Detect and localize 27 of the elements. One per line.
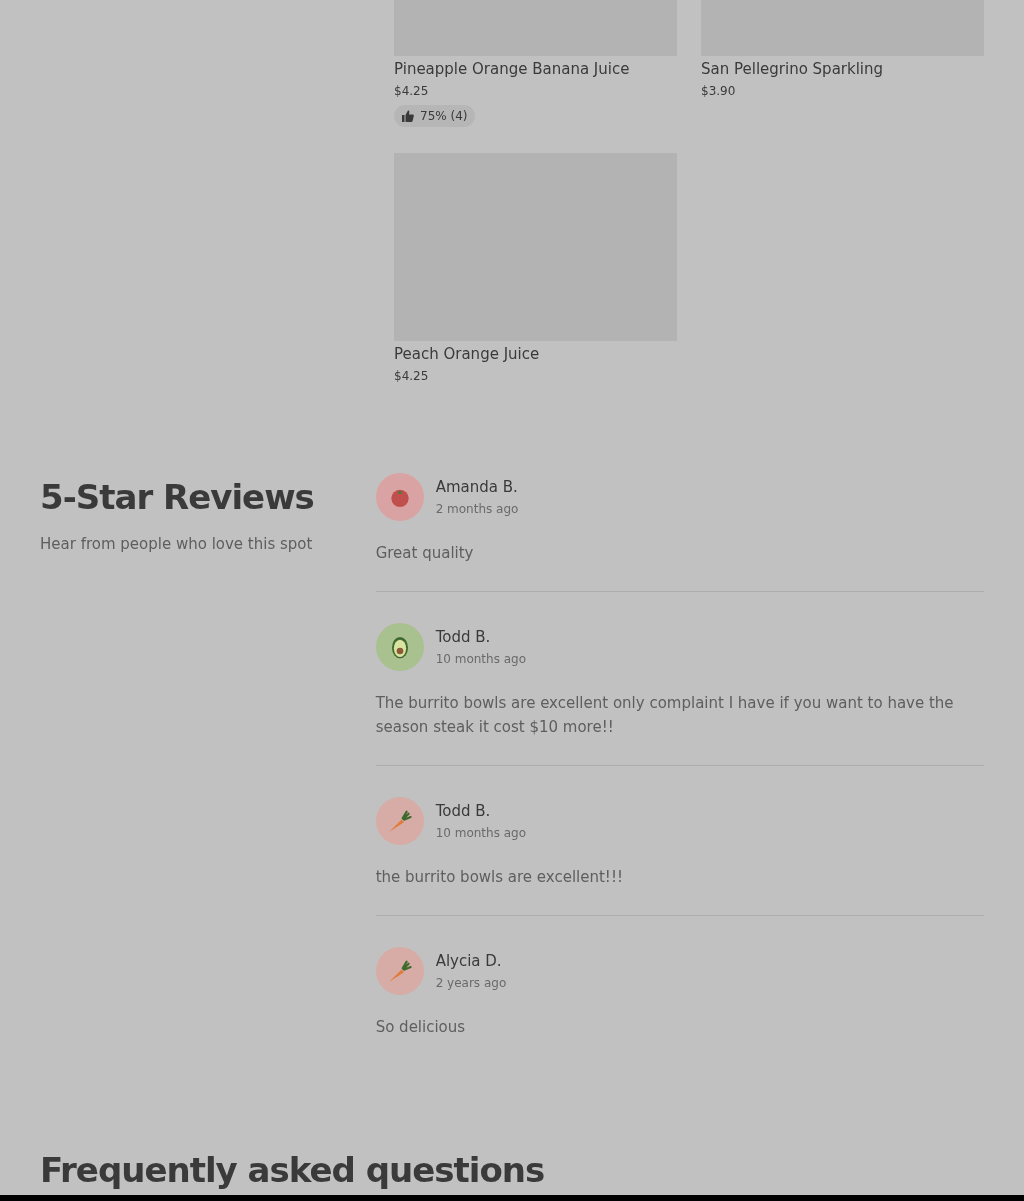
section-subtitle: Hear from people who love this spot [40, 534, 314, 555]
reviewer-name: Todd B. [435, 801, 492, 821]
product-price: $4.25 [394, 369, 430, 383]
product-price: $4.25 [394, 84, 430, 98]
review-text: The burrito bowls are excellent only complaint I have if you want to have the season steak it cost $10 more!! [375, 693, 955, 738]
reviewer-name: Amanda B. [435, 477, 519, 497]
review-text: So delicious [375, 1017, 467, 1038]
section-title: 5-Star Reviews [40, 476, 315, 519]
review-date: 2 years ago [435, 975, 507, 991]
reviewer-name: Todd B. [435, 627, 492, 647]
product-price: $3.90 [701, 84, 737, 98]
product-name[interactable]: Peach Orange Juice [394, 345, 677, 363]
review-text: Great quality [375, 543, 475, 564]
product-name[interactable]: San Pellegrino Sparkling [701, 60, 984, 78]
review-date: 10 months ago [435, 825, 527, 841]
avatar-icon [375, 623, 424, 671]
review-text: the burrito bowls are excellent!!! [375, 867, 624, 888]
section-title: Frequently asked questions [40, 1149, 545, 1192]
rating-badge: 75% (4) [394, 105, 476, 127]
thumbs-up-icon [402, 110, 414, 122]
product-name[interactable]: Pineapple Orange Banana Juice [394, 60, 677, 78]
avatar-icon [375, 473, 424, 521]
avatar-icon [375, 797, 424, 845]
reviewer-name: Alycia D. [435, 951, 503, 971]
review-date: 10 months ago [435, 651, 527, 667]
avatar-icon [375, 947, 424, 995]
review-date: 2 months ago [435, 501, 519, 517]
